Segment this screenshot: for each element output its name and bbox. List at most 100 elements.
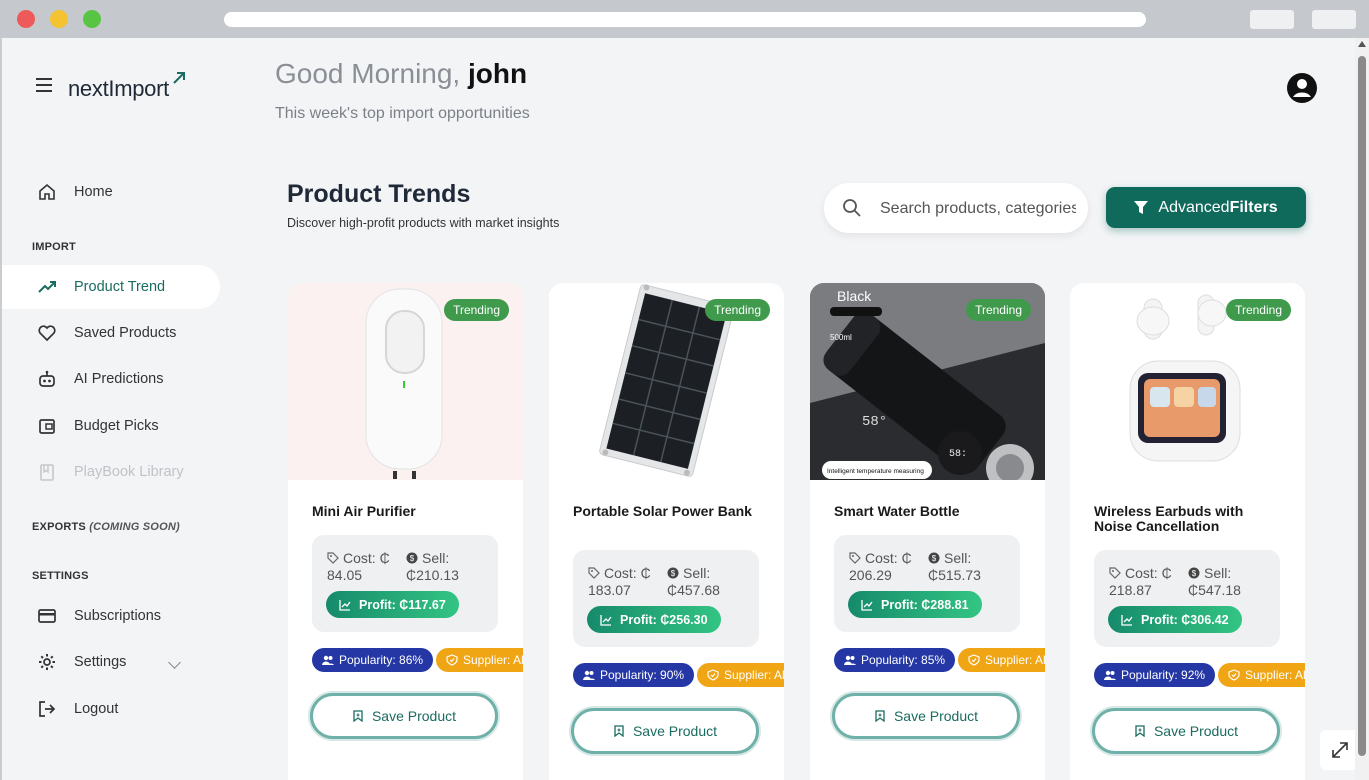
shield-icon bbox=[446, 654, 458, 666]
section-label-import: IMPORT bbox=[32, 241, 76, 253]
users-icon bbox=[844, 655, 856, 665]
chart-line-icon bbox=[339, 599, 351, 611]
svg-text:$: $ bbox=[1192, 569, 1197, 578]
sidebar-item-budget-picks[interactable]: Budget Picks bbox=[2, 404, 220, 448]
sidebar-item-label: Logout bbox=[74, 701, 119, 717]
home-icon bbox=[39, 183, 55, 200]
save-product-button[interactable]: Save Product bbox=[310, 693, 498, 739]
sidebar-item-home[interactable]: Home bbox=[2, 170, 220, 214]
svg-text:$: $ bbox=[671, 569, 676, 578]
cost-value: Cost: ₵ 218.87 bbox=[1109, 565, 1172, 598]
save-product-button[interactable]: Save Product bbox=[832, 693, 1020, 739]
brand-logo: nextImport bbox=[68, 76, 169, 101]
fullscreen-button[interactable] bbox=[1320, 730, 1355, 770]
maximize-window-button[interactable] bbox=[83, 10, 101, 28]
price-box: Cost: ₵ 183.07 $ Sell: ₵457.68 Profit: ₵256… bbox=[573, 550, 759, 647]
profit-badge: Profit: ₵117.67 bbox=[326, 591, 459, 618]
product-card[interactable]: Trending Portable Solar Power Bank Cost:… bbox=[549, 283, 784, 780]
users-icon bbox=[322, 655, 334, 665]
profit-badge: Profit: ₵306.42 bbox=[1108, 606, 1242, 633]
cost-value: Cost: ₵ 206.29 bbox=[849, 550, 912, 583]
scrollbar-thumb[interactable] bbox=[1358, 56, 1366, 756]
search-icon bbox=[843, 199, 861, 217]
bookmark-icon bbox=[1135, 725, 1145, 737]
sell-value: $ Sell: ₵515.73 bbox=[928, 550, 981, 583]
close-window-button[interactable] bbox=[17, 10, 35, 28]
sidebar-item-label: PlayBook Library bbox=[74, 464, 184, 480]
sidebar-item-label: Product Trend bbox=[74, 279, 166, 295]
price-box: Cost: ₵ 218.87 $ Sell: ₵547.18 Profit: ₵306… bbox=[1094, 550, 1280, 647]
save-product-button[interactable]: Save Product bbox=[1092, 708, 1280, 754]
sidebar-item-label: Home bbox=[74, 184, 113, 200]
browser-action-button[interactable] bbox=[1250, 10, 1294, 29]
supplier-badge: Supplier: Ali bbox=[1218, 663, 1305, 687]
chart-line-icon bbox=[861, 599, 873, 611]
popularity-badge: Popularity: 86% bbox=[312, 648, 434, 672]
scroll-up-arrow[interactable] bbox=[1358, 41, 1366, 47]
save-product-button[interactable]: Save Product bbox=[571, 708, 759, 754]
search-box[interactable] bbox=[824, 183, 1088, 233]
bookmark-icon bbox=[353, 710, 363, 722]
price-box: Cost: ₵ 206.29 $ Sell: ₵515.73 Profit: ₵288… bbox=[834, 535, 1020, 632]
product-card[interactable]: Trending Wireless Earbuds with Noise Can… bbox=[1070, 283, 1305, 780]
chevron-down-icon[interactable] bbox=[168, 656, 181, 669]
book-icon bbox=[40, 464, 54, 481]
search-input[interactable] bbox=[878, 197, 1078, 221]
chart-line-icon bbox=[1121, 614, 1133, 626]
svg-text:58°: 58° bbox=[862, 414, 887, 430]
sidebar-item-label: Saved Products bbox=[74, 325, 177, 341]
tag-icon bbox=[1109, 567, 1121, 579]
minimize-window-button[interactable] bbox=[50, 10, 68, 28]
sell-value: $ Sell: ₵547.18 bbox=[1188, 565, 1241, 598]
image-caption-feature: Intelligent temperature measuring bbox=[827, 468, 924, 475]
shield-icon bbox=[707, 669, 719, 681]
filter-icon bbox=[1134, 200, 1149, 214]
money-icon: $ bbox=[1188, 567, 1200, 579]
popularity-badge: Popularity: 90% bbox=[573, 663, 695, 687]
sidebar-item-product-trend[interactable]: Product Trend bbox=[2, 265, 220, 309]
user-name: john bbox=[468, 58, 528, 89]
product-name: Portable Solar Power Bank bbox=[573, 503, 752, 519]
popularity-badge: Popularity: 92% bbox=[1094, 663, 1216, 687]
sidebar-item-subscriptions[interactable]: Subscriptions bbox=[2, 594, 220, 638]
product-name: Smart Water Bottle bbox=[834, 503, 960, 519]
trending-up-icon bbox=[38, 281, 56, 293]
sidebar-item-saved-products[interactable]: Saved Products bbox=[2, 311, 220, 355]
sidebar-item-label: Subscriptions bbox=[74, 608, 162, 624]
cost-value: Cost: ₵ 183.07 bbox=[588, 565, 651, 598]
cost-value: Cost: ₵ 84.05 bbox=[327, 550, 390, 583]
account-avatar-icon[interactable] bbox=[1286, 72, 1318, 104]
trending-badge: Trending bbox=[705, 299, 770, 321]
sidebar-item-ai-predictions[interactable]: AI Predictions bbox=[2, 357, 220, 401]
bookmark-icon bbox=[875, 710, 885, 722]
browser-action-button[interactable] bbox=[1312, 10, 1356, 29]
sidebar-item-settings[interactable]: Settings bbox=[2, 640, 220, 684]
robot-icon bbox=[39, 370, 55, 387]
browser-chrome bbox=[0, 0, 1369, 38]
supplier-badge: Supplier: Ali bbox=[697, 663, 784, 687]
tag-icon bbox=[588, 567, 600, 579]
greeting: Good Morning, john bbox=[275, 58, 528, 89]
menu-icon[interactable] bbox=[36, 78, 52, 96]
advanced-filters-button[interactable]: Advanced Filters bbox=[1106, 187, 1306, 228]
gear-icon bbox=[39, 654, 55, 670]
supplier-badge: Supplier: Ali bbox=[436, 648, 523, 672]
trending-badge: Trending bbox=[966, 299, 1031, 321]
image-caption-color: Black bbox=[837, 288, 872, 304]
sidebar-item-logout[interactable]: Logout bbox=[2, 687, 220, 731]
sidebar-item-playbook-library: PlayBook Library bbox=[2, 450, 220, 494]
product-card[interactable]: 58° 58: Black 500ml Intelligent temperat… bbox=[810, 283, 1045, 780]
product-name: Wireless Earbuds with Noise Cancellation bbox=[1094, 503, 1244, 534]
trending-badge: Trending bbox=[1226, 299, 1291, 321]
product-card[interactable]: Trending Mini Air Purifier Cost: ₵ 84.05 … bbox=[288, 283, 523, 780]
logout-icon bbox=[39, 701, 56, 717]
app-window: nextImport Home IMPORT Product Trend Sav… bbox=[2, 38, 1355, 780]
sidebar-item-label: Budget Picks bbox=[74, 418, 159, 434]
users-icon bbox=[583, 670, 595, 680]
credit-card-icon bbox=[38, 609, 56, 623]
address-bar[interactable] bbox=[224, 12, 1146, 27]
tag-icon bbox=[327, 552, 339, 564]
bookmark-icon bbox=[614, 725, 624, 737]
trending-badge: Trending bbox=[444, 299, 509, 321]
expand-icon bbox=[1332, 742, 1348, 758]
